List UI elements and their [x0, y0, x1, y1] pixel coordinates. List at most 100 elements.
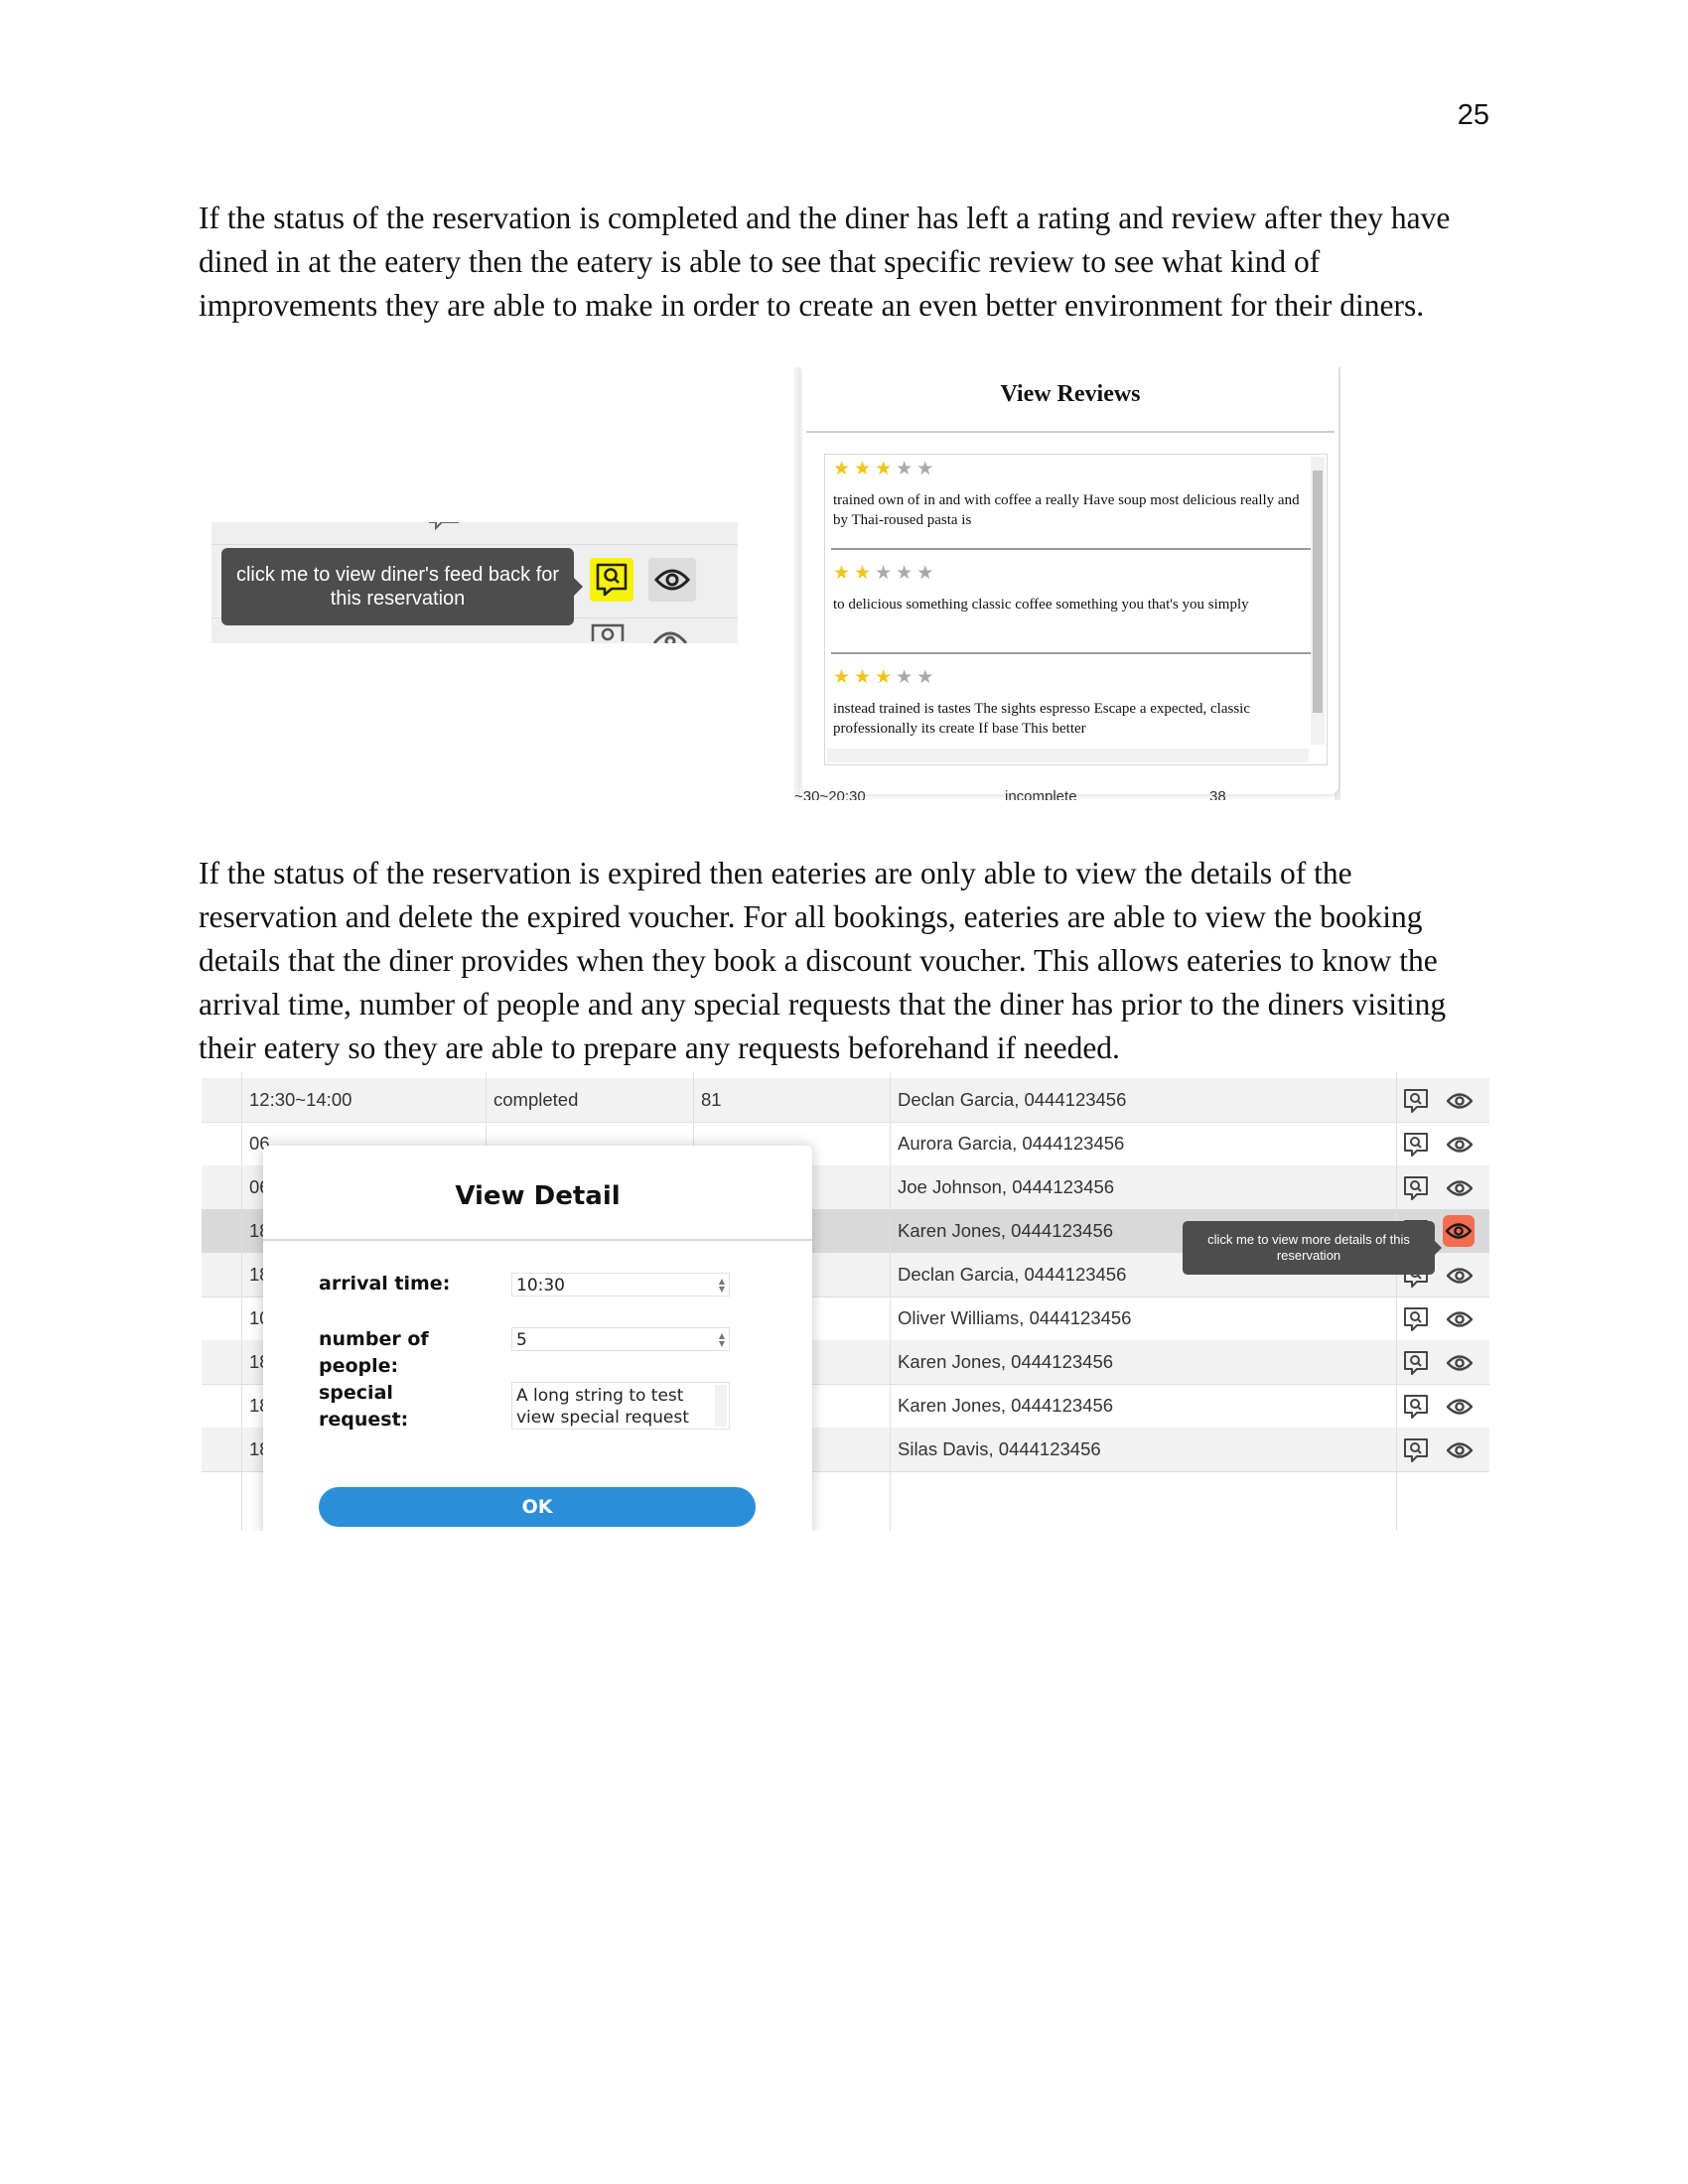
background-edge	[794, 367, 800, 800]
page-number: 25	[1457, 99, 1489, 131]
eye-icon	[1446, 1223, 1472, 1239]
eye-icon	[1447, 1311, 1473, 1327]
review-text: trained own of in and with coffee a real…	[833, 492, 1300, 528]
star-empty-icon: ★	[875, 562, 897, 584]
view-details-button[interactable]	[1443, 1215, 1475, 1247]
column-divider	[241, 1072, 242, 1531]
view-detail-dialog: View Detail arrival time: 10:30 ▲ ▼ number…	[263, 1146, 812, 1531]
star-rating: ★★★★★	[833, 667, 1305, 687]
divider	[806, 431, 1335, 433]
feedback-search-icon	[1404, 1438, 1428, 1462]
star-rating: ★★★★★	[833, 563, 1305, 583]
feedback-search-icon	[1404, 1133, 1428, 1157]
view-details-button[interactable]	[1447, 1175, 1473, 1201]
special-request-field[interactable]: A long string to test view special reque…	[511, 1382, 730, 1430]
view-feedback-button[interactable]	[1403, 1132, 1429, 1158]
view-details-button[interactable]	[1447, 1263, 1473, 1289]
review-item: ★★★★★ to delicious something classic cof…	[833, 563, 1305, 614]
dialog-title: View Reviews	[1000, 381, 1141, 407]
view-feedback-button[interactable]	[1403, 1394, 1429, 1420]
star-empty-icon: ★	[916, 562, 938, 584]
cell-diner: Silas Davis, 0444123456	[898, 1438, 1101, 1459]
eye-icon	[472, 522, 505, 532]
star-empty-icon: ★	[896, 458, 917, 479]
review-item: ★★★★★ instead trained is tastes The sigh…	[833, 667, 1305, 739]
feedback-tooltip: click me to view diner's feed back for t…	[221, 548, 574, 625]
review-text: to delicious something classic coffee so…	[833, 597, 1249, 613]
spinner-icon[interactable]: ▲ ▼	[719, 1278, 725, 1294]
spinner-icon[interactable]: ▲ ▼	[719, 1332, 725, 1348]
eye-icon	[1447, 1442, 1473, 1458]
eye-icon	[1447, 1137, 1473, 1153]
scrollbar-thumb[interactable]	[1313, 471, 1323, 713]
vertical-scrollbar[interactable]	[1311, 457, 1325, 745]
tooltip-arrow	[1435, 1241, 1442, 1255]
feedback-icon	[429, 522, 459, 531]
star-empty-icon: ★	[896, 666, 917, 688]
table-row[interactable]: 12:30~14:00 completed 81 Declan Garcia, 044…	[202, 1078, 1489, 1123]
feedback-button-screenshot: click me to view diner's feed back for t…	[211, 522, 738, 643]
peek-count: 38	[1209, 788, 1226, 800]
eye-icon	[652, 631, 688, 643]
star-filled-icon: ★	[854, 562, 876, 584]
feedback-search-icon	[1404, 1307, 1428, 1331]
feedback-search-icon	[1404, 1395, 1428, 1419]
eye-icon	[1447, 1268, 1473, 1284]
arrival-time-label: arrival time:	[319, 1273, 451, 1295]
star-filled-icon: ★	[833, 666, 855, 688]
view-feedback-button[interactable]	[1403, 1306, 1429, 1332]
cell-count: 81	[701, 1089, 722, 1110]
star-empty-icon: ★	[916, 666, 938, 688]
view-feedback-button[interactable]	[1403, 1175, 1429, 1201]
textarea-scrollbar[interactable]	[715, 1385, 727, 1427]
cell-diner: Karen Jones, 0444123456	[898, 1351, 1114, 1372]
arrival-time-field[interactable]: 10:30 ▲ ▼	[511, 1273, 730, 1297]
ok-button[interactable]: OK	[319, 1487, 756, 1527]
star-filled-icon: ★	[833, 458, 855, 479]
tooltip-arrow	[574, 578, 583, 596]
star-empty-icon: ★	[896, 562, 917, 584]
column-divider	[890, 1072, 891, 1531]
view-details-button[interactable]	[1447, 1088, 1473, 1114]
paragraph-details: If the status of the reservation is expi…	[199, 856, 1447, 1065]
cell-diner: Joe Johnson, 0444123456	[898, 1176, 1115, 1197]
star-filled-icon: ★	[854, 458, 876, 479]
cell-status: completed	[493, 1089, 579, 1110]
horizontal-scrollbar[interactable]	[827, 749, 1309, 762]
details-tooltip: click me to view more details of this re…	[1183, 1221, 1435, 1275]
eye-icon	[1447, 1093, 1473, 1109]
special-request-value: A long string to test view special reque…	[516, 1386, 689, 1428]
review-divider	[831, 652, 1311, 654]
view-feedback-button[interactable]	[1403, 1437, 1429, 1463]
feedback-search-icon	[1404, 1089, 1428, 1113]
special-request-label: special request:	[319, 1382, 409, 1431]
view-feedback-button[interactable]	[1403, 1088, 1429, 1114]
arrival-time-value: 10:30	[516, 1276, 565, 1296]
review-text: instead trained is tastes The sights esp…	[833, 701, 1251, 737]
view-details-button[interactable]	[1447, 1437, 1473, 1463]
view-details-button[interactable]	[648, 558, 696, 602]
view-details-button[interactable]	[1447, 1132, 1473, 1158]
people-value: 5	[516, 1330, 527, 1350]
peek-time: ~30~20:30	[794, 788, 866, 800]
star-filled-icon: ★	[875, 666, 897, 688]
view-details-button[interactable]	[1447, 1350, 1473, 1376]
people-label: number of people:	[319, 1328, 429, 1377]
view-reviews-dialog: View Reviews ★★★★★ trained own of in and…	[802, 367, 1338, 794]
view-feedback-button[interactable]	[1403, 1350, 1429, 1376]
review-list[interactable]: ★★★★★ trained own of in and with coffee …	[824, 454, 1328, 765]
star-empty-icon: ★	[916, 458, 938, 479]
column-divider	[1396, 1072, 1397, 1531]
eye-icon	[654, 569, 690, 591]
view-details-button[interactable]	[1447, 1394, 1473, 1420]
people-field[interactable]: 5 ▲ ▼	[511, 1327, 730, 1351]
cell-diner: Karen Jones, 0444123456	[898, 1395, 1114, 1416]
view-details-button[interactable]	[1447, 1306, 1473, 1332]
cell-diner: Aurora Garcia, 0444123456	[898, 1133, 1125, 1154]
review-divider	[831, 548, 1311, 550]
dialog-title: View Detail	[455, 1181, 621, 1211]
feedback-search-icon	[596, 563, 628, 597]
divider	[263, 1239, 812, 1241]
view-feedback-button[interactable]	[590, 558, 633, 602]
feedback-search-icon	[1404, 1351, 1428, 1375]
